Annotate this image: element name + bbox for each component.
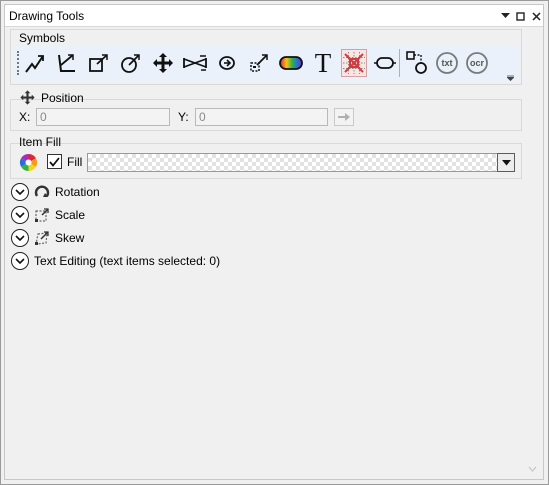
x-label: X: [19, 110, 31, 124]
maximize-icon[interactable] [513, 9, 527, 23]
fill-checkbox[interactable] [47, 154, 62, 169]
move-tool-icon[interactable] [149, 48, 177, 78]
chevron-down-icon [15, 235, 25, 241]
item-fill-label: Item Fill [19, 135, 61, 149]
skew-section[interactable]: Skew [11, 228, 84, 248]
pill-shape-tool-icon[interactable] [371, 48, 399, 78]
color-bar-tool-icon[interactable] [277, 48, 305, 78]
line-tool-icon[interactable] [181, 48, 209, 78]
arc-callout-tool-icon[interactable] [117, 48, 145, 78]
rotation-icon [34, 184, 50, 200]
skew-icon [34, 230, 50, 246]
text-editing-label: Text Editing (text items selected: 0) [34, 254, 221, 268]
expand-scale-button[interactable] [11, 206, 29, 224]
scroll-down-icon[interactable] [528, 461, 537, 475]
rotation-label: Rotation [55, 185, 100, 199]
shape-connector-tool-icon[interactable] [403, 48, 431, 78]
arrow-right-icon [338, 113, 350, 121]
toolbar-grip-icon [17, 51, 19, 75]
fill-dropdown-button[interactable] [497, 153, 515, 172]
window-title: Drawing Tools [9, 9, 85, 23]
x-input[interactable] [36, 108, 170, 126]
position-label: Position [41, 91, 84, 105]
close-icon[interactable] [529, 9, 543, 23]
expand-text-editing-button[interactable] [11, 252, 29, 270]
angle-tool-icon[interactable] [53, 48, 81, 78]
color-wheel-icon [19, 153, 38, 175]
checkmark-icon [49, 156, 60, 167]
expand-skew-button[interactable] [11, 229, 29, 247]
skew-label: Skew [55, 231, 85, 245]
toolbar-overflow-icon[interactable] [506, 70, 515, 84]
scale-label: Scale [55, 208, 86, 222]
pin-dropdown-icon[interactable] [498, 9, 512, 23]
chevron-down-icon [501, 159, 511, 165]
expand-rotation-button[interactable] [11, 183, 29, 201]
text-tool-icon[interactable]: T [309, 48, 337, 78]
polyline-tool-icon[interactable] [21, 48, 49, 78]
fill-color-swatch[interactable] [87, 153, 499, 172]
resize-tool-icon[interactable] [245, 48, 273, 78]
callout-box-tool-icon[interactable] [85, 48, 113, 78]
toolbar-separator [399, 49, 400, 77]
fill-label: Fill [67, 155, 83, 169]
symbols-toolbar: T txt ocr [13, 45, 519, 84]
ocr-tool-icon[interactable]: ocr [463, 48, 491, 78]
symbols-label: Symbols [19, 31, 66, 45]
text-editing-section[interactable]: Text Editing (text items selected: 0) [11, 251, 220, 271]
scale-icon [34, 207, 50, 223]
chevron-down-icon [15, 258, 25, 264]
grid-select-tool-icon[interactable] [341, 49, 367, 77]
drawing-tools-window: Drawing Tools Symbols T txt ocr Position… [0, 0, 549, 485]
y-input[interactable] [195, 108, 328, 126]
chevron-down-icon [15, 189, 25, 195]
title-bar: Drawing Tools [5, 5, 543, 27]
chevron-down-icon [15, 212, 25, 218]
y-label: Y: [178, 110, 189, 124]
rotation-section[interactable]: Rotation [11, 182, 100, 202]
text-recognition-tool-icon[interactable]: txt [433, 48, 461, 78]
apply-position-button[interactable] [334, 108, 354, 126]
scale-section[interactable]: Scale [11, 205, 85, 225]
position-move-icon [19, 89, 36, 109]
rotate-object-tool-icon[interactable] [213, 48, 241, 78]
